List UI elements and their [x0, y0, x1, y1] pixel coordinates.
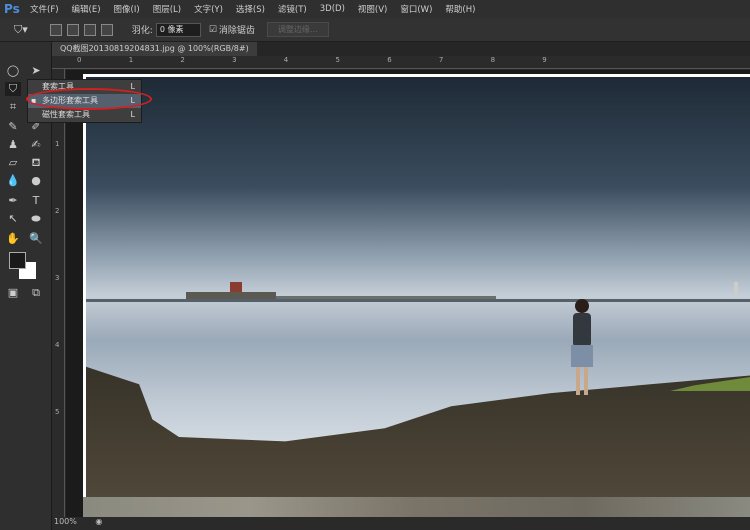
flyout-label: 磁性套索工具 — [42, 110, 90, 119]
hand-tool-icon[interactable]: ✋ — [5, 232, 21, 246]
vertical-ruler: 1 2 3 4 5 — [52, 69, 65, 519]
pen-tool-icon[interactable]: ✒ — [5, 194, 21, 208]
zoom-level[interactable]: 100% — [54, 517, 77, 526]
history-brush-icon[interactable]: ✍ — [28, 138, 44, 152]
eraser-tool-icon[interactable]: ▱ — [5, 156, 21, 170]
path-select-icon[interactable]: ↖ — [5, 212, 21, 226]
menu-filter[interactable]: 滤镜(T) — [278, 3, 307, 15]
blurred-strip — [83, 497, 750, 517]
screen-mode-icon[interactable]: ⧉ — [28, 286, 44, 300]
photoshop-logo: Ps — [4, 2, 20, 16]
lasso-tool-icon[interactable]: ⛉ — [5, 82, 21, 96]
subtract-selection-icon[interactable] — [83, 23, 96, 36]
ruler-label: 5 — [335, 56, 340, 64]
new-selection-icon[interactable] — [49, 23, 62, 36]
ruler-label: 4 — [283, 56, 289, 64]
foreground-color-swatch[interactable] — [9, 252, 26, 269]
feather-input[interactable]: 0 像素 — [155, 22, 201, 37]
ruler-label: 4 — [55, 341, 60, 349]
zoom-tool-icon[interactable]: 🔍 — [28, 232, 44, 246]
crop-tool-icon[interactable]: ⌗ — [5, 100, 21, 114]
add-selection-icon[interactable] — [66, 23, 79, 36]
eyedropper-tool-icon[interactable]: ✎ — [5, 120, 21, 134]
lighthouse-building — [230, 282, 242, 292]
shape-tool-icon[interactable]: ⬬ — [28, 212, 44, 226]
status-info-icon[interactable]: ◉ — [95, 517, 102, 526]
menu-window[interactable]: 窗口(W) — [400, 3, 432, 15]
menu-3d[interactable]: 3D(D) — [320, 4, 345, 14]
bucket-tool-icon[interactable]: ⛾ — [28, 156, 44, 170]
ruler-label: 9 — [542, 56, 547, 64]
ruler-label: 1 — [55, 140, 60, 148]
red-highlight-ellipse — [26, 88, 152, 110]
move-tool-icon[interactable]: ➤ — [28, 64, 44, 78]
quick-mask-icon[interactable]: ▣ — [5, 286, 21, 300]
ruler-label: 3 — [232, 56, 237, 64]
document-tabbar: QQ截图20130819204831.jpg @ 100%(RGB/8#) × — [52, 42, 750, 67]
girl-figure — [569, 299, 599, 397]
horizon — [86, 299, 750, 302]
marquee-tool-icon[interactable]: ◯ — [5, 64, 21, 78]
ruler-label: 1 — [128, 56, 134, 64]
distant-lighthouse — [734, 282, 738, 296]
feather-label: 羽化: — [131, 26, 153, 36]
blur-tool-icon[interactable]: 💧 — [5, 174, 21, 188]
menu-image[interactable]: 图像(I) — [114, 3, 140, 15]
menu-type[interactable]: 文字(Y) — [194, 3, 223, 15]
options-bar: ⛉▾ 羽化: 0 像素 ☑ 消除锯齿 调整边缘... — [0, 18, 750, 42]
menu-layer[interactable]: 图层(L) — [153, 3, 181, 15]
menu-edit[interactable]: 编辑(E) — [72, 3, 101, 15]
ruler-label: 2 — [55, 207, 60, 215]
ruler-label: 7 — [438, 56, 444, 64]
island — [186, 292, 276, 299]
document-tab[interactable]: QQ截图20130819204831.jpg @ 100%(RGB/8#) × — [52, 42, 257, 67]
stamp-tool-icon[interactable]: ♟ — [5, 138, 21, 152]
document-image[interactable] — [83, 74, 750, 516]
document-title: QQ截图20130819204831.jpg @ 100%(RGB/8#) — [60, 44, 249, 53]
menu-select[interactable]: 选择(S) — [236, 3, 265, 15]
menu-help[interactable]: 帮助(H) — [445, 3, 475, 15]
antialias-label: 消除锯齿 — [218, 26, 255, 36]
horizontal-ruler: 0 1 2 3 4 5 6 7 8 9 — [52, 56, 750, 69]
polygonal-lasso-preset-icon[interactable]: ⛉▾ — [14, 23, 28, 37]
menu-bar: Ps 文件(F) 编辑(E) 图像(I) 图层(L) 文字(Y) 选择(S) 滤… — [0, 0, 750, 18]
intersect-selection-icon[interactable] — [100, 23, 113, 36]
ruler-label: 5 — [55, 408, 60, 416]
menu-view[interactable]: 视图(V) — [358, 3, 387, 15]
ruler-label: 2 — [180, 56, 185, 64]
ruler-label: 3 — [55, 274, 60, 282]
shortcut: L — [130, 110, 135, 119]
ruler-label: 6 — [387, 56, 392, 64]
refine-edge-button[interactable]: 调整边缘... — [266, 22, 329, 37]
ruler-label: 8 — [490, 56, 496, 64]
status-bar: 100% ◉ — [52, 517, 750, 530]
menu-file[interactable]: 文件(F) — [30, 3, 59, 15]
antialias-checkbox[interactable]: ☑ — [209, 25, 217, 35]
flyout-item-magnetic-lasso[interactable]: 磁性套索工具 L — [28, 108, 141, 122]
dodge-tool-icon[interactable]: ● — [28, 174, 44, 188]
type-tool-icon[interactable]: T — [28, 194, 44, 208]
ruler-label: 0 — [77, 56, 82, 64]
